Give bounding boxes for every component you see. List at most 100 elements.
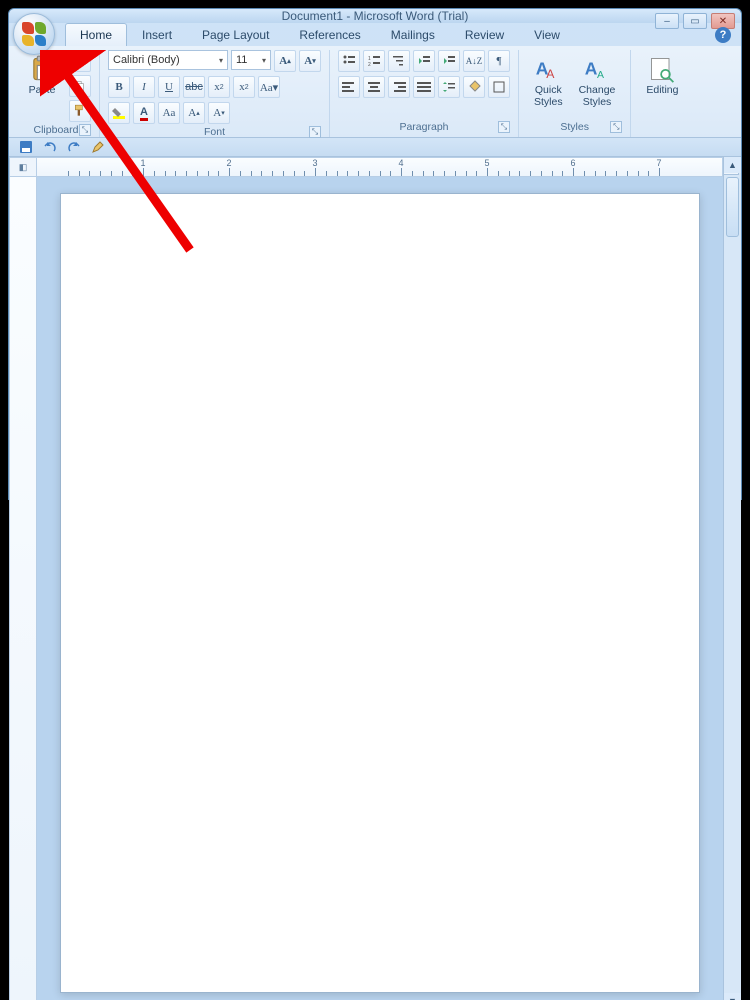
font-name-combo[interactable]: Calibri (Body)▾ [108, 50, 228, 70]
align-center-button[interactable] [363, 76, 385, 98]
tab-review[interactable]: Review [450, 23, 519, 46]
align-left-button[interactable] [338, 76, 360, 98]
multilevel-list-button[interactable] [388, 50, 410, 72]
line-spacing-button[interactable] [438, 76, 460, 98]
bold-button[interactable]: B [108, 76, 130, 98]
chevron-down-icon: ▾ [262, 56, 266, 65]
tab-references[interactable]: References [284, 23, 375, 46]
paragraph-dialog-launcher[interactable]: ⤡ [498, 121, 510, 133]
bucket-icon [467, 80, 481, 94]
align-center-icon [367, 80, 381, 94]
save-icon [19, 140, 33, 154]
tab-insert[interactable]: Insert [127, 23, 187, 46]
font-color-button[interactable]: A [133, 102, 155, 124]
editing-label: Editing [646, 85, 678, 97]
highlight-icon [112, 106, 126, 120]
tab-mailings[interactable]: Mailings [376, 23, 450, 46]
horizontal-ruler[interactable]: 1234567 [37, 157, 723, 177]
editing-button[interactable]: Editing [639, 50, 685, 102]
copy-icon [73, 79, 87, 93]
styles-dialog-launcher[interactable]: ⤡ [610, 121, 622, 133]
quick-styles-icon: AA [534, 55, 562, 83]
pencil-icon [91, 140, 105, 154]
justify-button[interactable] [413, 76, 435, 98]
font-size-combo[interactable]: 11▾ [231, 50, 271, 70]
highlight-button[interactable] [108, 102, 130, 124]
document-page[interactable] [60, 193, 700, 993]
bullets-button[interactable] [338, 50, 360, 72]
decrease-indent-button[interactable] [413, 50, 435, 72]
tab-view[interactable]: View [519, 23, 575, 46]
group-clipboard: Paste Clipboard⤡ [13, 50, 100, 137]
quick-styles-button[interactable]: AA Quick Styles [527, 50, 570, 113]
group-paragraph: 12 A↓Z ¶ Paragraph⤡ [330, 50, 519, 137]
app-window: Document1 - Microsoft Word (Trial) – ▭ ✕… [8, 8, 742, 500]
scissors-icon [73, 54, 87, 68]
scroll-thumb[interactable] [726, 177, 739, 237]
borders-button[interactable] [488, 76, 510, 98]
help-icon[interactable]: ? [715, 27, 731, 43]
save-button[interactable] [17, 138, 35, 156]
clear-format-button[interactable]: Aa [158, 102, 180, 124]
paste-icon [28, 55, 56, 83]
borders-icon [492, 80, 506, 94]
change-case-button[interactable]: Aa▾ [258, 76, 280, 98]
shrink-font-button[interactable]: A▾ [299, 50, 321, 72]
align-right-button[interactable] [388, 76, 410, 98]
change-styles-button[interactable]: AA Change Styles [572, 50, 623, 113]
ruler-corner[interactable]: ◧ [9, 157, 37, 177]
document-area: ◧ 1234567 ▥ ▲ ▼ [9, 157, 741, 1000]
indent-icon [442, 54, 456, 68]
strikethrough-button[interactable]: abc [183, 76, 205, 98]
show-marks-button[interactable]: ¶ [488, 50, 510, 72]
vertical-scrollbar[interactable]: ▥ ▲ ▼ [723, 157, 741, 1000]
window-title: Document1 - Microsoft Word (Trial) [282, 9, 469, 23]
qa-customize-button[interactable] [89, 138, 107, 156]
group-editing: Editing [631, 50, 693, 137]
tab-page-layout[interactable]: Page Layout [187, 23, 284, 46]
group-styles: AA Quick Styles AA Change Styles Styles⤡ [519, 50, 631, 137]
cut-button[interactable] [69, 50, 91, 72]
sort-button[interactable]: A↓Z [463, 50, 485, 72]
redo-icon [67, 140, 81, 154]
undo-button[interactable] [41, 138, 59, 156]
numbering-button[interactable]: 12 [363, 50, 385, 72]
subscript-button[interactable]: x2 [208, 76, 230, 98]
underline-button[interactable]: U [158, 76, 180, 98]
svg-text:A: A [597, 69, 604, 81]
shrink-font2-button[interactable]: A▾ [208, 102, 230, 124]
vertical-ruler[interactable] [9, 177, 37, 1000]
superscript-button[interactable]: x2 [233, 76, 255, 98]
paste-label: Paste [29, 85, 56, 97]
change-styles-label: Change Styles [579, 85, 616, 108]
numbering-icon: 12 [367, 54, 381, 68]
grow-font2-button[interactable]: A▴ [183, 102, 205, 124]
office-button[interactable] [13, 13, 55, 55]
shading-button[interactable] [463, 76, 485, 98]
italic-button[interactable]: I [133, 76, 155, 98]
justify-icon [417, 80, 431, 94]
scroll-down-button[interactable]: ▼ [724, 993, 741, 1000]
tab-home[interactable]: Home [65, 23, 127, 46]
svg-text:A: A [547, 67, 556, 81]
multilevel-icon [392, 54, 406, 68]
redo-button[interactable] [65, 138, 83, 156]
group-label-clipboard: Clipboard [34, 124, 79, 136]
increase-indent-button[interactable] [438, 50, 460, 72]
grow-font-button[interactable]: A▴ [274, 50, 296, 72]
format-painter-button[interactable] [69, 100, 91, 122]
svg-text:A: A [585, 58, 598, 78]
quick-styles-label: Quick Styles [534, 85, 563, 108]
font-dialog-launcher[interactable]: ⤡ [309, 126, 321, 138]
quick-access-toolbar [9, 138, 741, 157]
group-label-font: Font [204, 126, 225, 138]
change-styles-icon: AA [583, 55, 611, 83]
align-right-icon [392, 80, 406, 94]
ribbon: Paste Clipboard⤡ Calibri (Body)▾ 11▾ A▴ … [9, 46, 741, 138]
paste-button[interactable]: Paste [21, 50, 63, 102]
scroll-up-button[interactable]: ▲ [724, 157, 741, 173]
office-logo-icon [22, 22, 46, 46]
bullets-icon [342, 54, 356, 68]
copy-button[interactable] [69, 75, 91, 97]
clipboard-dialog-launcher[interactable]: ⤡ [79, 124, 91, 136]
